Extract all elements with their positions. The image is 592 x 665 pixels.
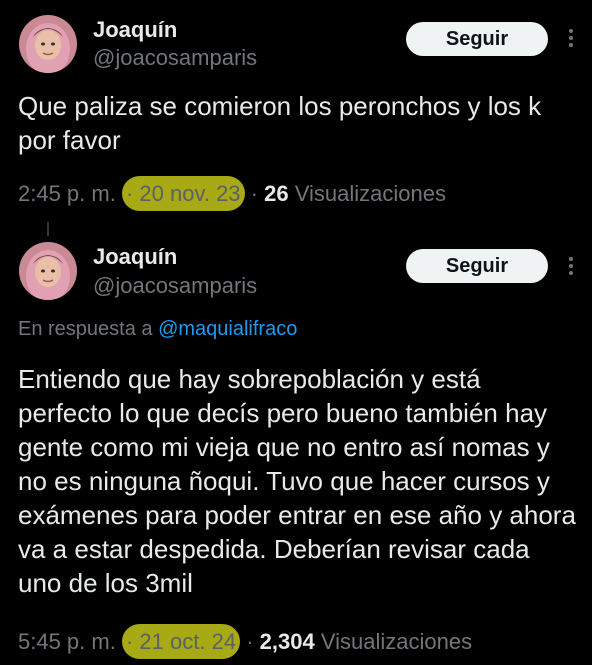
avatar-icon [19, 15, 77, 73]
tweet-date[interactable]: 20 nov. 23 [139, 181, 240, 206]
tweet-text: Que paliza se comieron los peronchos y l… [18, 91, 542, 155]
tweet-date[interactable]: 21 oct. 24 [139, 629, 236, 654]
tweet-time[interactable]: 2:45 p. m. [18, 181, 116, 206]
avatar[interactable] [19, 242, 77, 300]
date-highlight: · 20 nov. 23 [121, 176, 245, 211]
follow-button[interactable]: Seguir [406, 22, 548, 56]
views-count: 26 [264, 181, 289, 206]
avatar[interactable] [19, 15, 77, 73]
views-label: Visualizaciones [320, 629, 473, 654]
tweet-time[interactable]: 5:45 p. m. [18, 629, 116, 654]
author-name[interactable]: Joaquín [93, 17, 177, 43]
views-count: 2,304 [259, 629, 315, 654]
author-handle[interactable]: @joacosamparis [93, 45, 257, 71]
follow-button[interactable]: Seguir [406, 249, 548, 283]
reply-mention-link[interactable]: @maquialifraco [158, 318, 297, 340]
avatar-icon [19, 242, 77, 300]
reply-prefix: En respuesta a [18, 318, 153, 340]
date-highlight: · 21 oct. 24 [121, 624, 241, 659]
tweet-meta: 5:45 p. m. · 21 oct. 24 · 2,304 Visualiz… [18, 624, 473, 659]
thread-connector [47, 222, 49, 236]
more-options-icon[interactable] [566, 255, 576, 279]
author-name[interactable]: Joaquín [93, 244, 177, 270]
tweet-text: Entiendo que hay sobrepoblación y está p… [18, 364, 576, 598]
tweet-meta: 2:45 p. m. · 20 nov. 23 · 26 Visualizaci… [18, 176, 446, 211]
tweet-thread: Joaquín @joacosamparis Seguir Que paliza… [0, 0, 592, 665]
views-label: Visualizaciones [294, 181, 446, 206]
reply-context: En respuesta a @maquialifraco [18, 318, 297, 341]
author-handle[interactable]: @joacosamparis [93, 273, 257, 299]
more-options-icon[interactable] [566, 27, 576, 51]
